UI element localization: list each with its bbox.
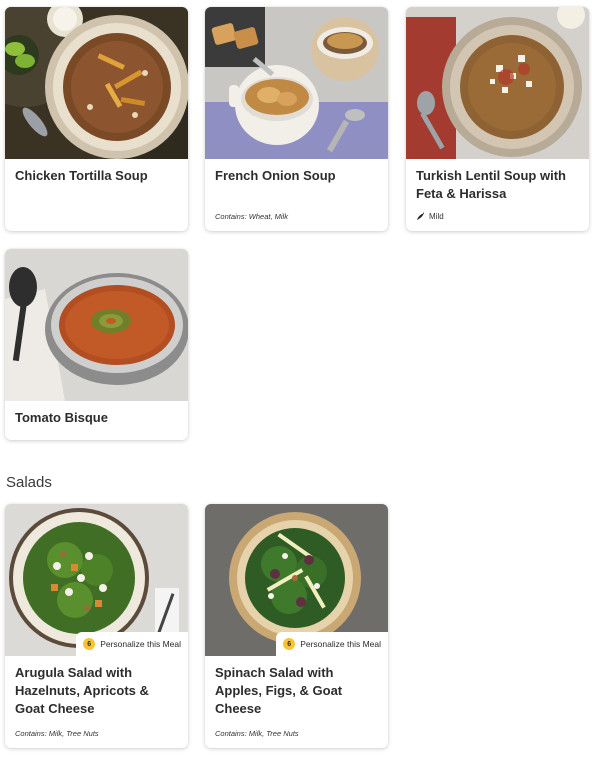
personalize-label: Personalize this Meal — [100, 639, 181, 649]
personalize-count-badge: 6 — [83, 638, 96, 650]
personalize-meal-button[interactable]: 6 Personalize this Meal — [276, 632, 388, 656]
personalize-count-badge: 6 — [283, 638, 296, 650]
spice-level: Mild — [416, 211, 444, 221]
allergen-info: Contains: Milk, Tree Nuts — [215, 729, 299, 738]
meal-title[interactable]: French Onion Soup — [205, 159, 388, 185]
meal-title[interactable]: Turkish Lentil Soup with Feta & Harissa — [406, 159, 589, 203]
meal-card-arugula-salad[interactable]: 6 Personalize this Meal Arugula Salad wi… — [5, 504, 188, 748]
meal-title[interactable]: Spinach Salad with Apples, Figs, & Goat … — [205, 656, 388, 718]
contains-value: Milk, Tree Nuts — [48, 729, 99, 738]
section-heading-salads: Salads — [6, 474, 52, 491]
meal-image[interactable]: 6 Personalize this Meal — [5, 504, 188, 656]
meal-image[interactable] — [5, 249, 188, 401]
meal-title[interactable]: Arugula Salad with Hazelnuts, Apricots &… — [5, 656, 188, 718]
meal-image[interactable] — [406, 7, 589, 159]
meal-card-tomato-bisque[interactable]: Tomato Bisque — [5, 249, 188, 440]
contains-label: Contains: — [215, 729, 247, 738]
contains-label: Contains: — [15, 729, 47, 738]
allergen-info: Contains: Milk, Tree Nuts — [15, 729, 99, 738]
meal-card-chicken-tortilla-soup[interactable]: Chicken Tortilla Soup — [5, 7, 188, 231]
personalize-label: Personalize this Meal — [300, 639, 381, 649]
meal-image[interactable]: 6 Personalize this Meal — [205, 504, 388, 656]
contains-label: Contains: — [215, 212, 247, 221]
allergen-info: Contains: Wheat, Milk — [215, 212, 288, 221]
meal-card-turkish-lentil-soup[interactable]: Turkish Lentil Soup with Feta & Harissa … — [406, 7, 589, 231]
spice-level-label: Mild — [429, 211, 444, 221]
contains-value: Wheat, Milk — [248, 212, 288, 221]
contains-value: Milk, Tree Nuts — [248, 729, 299, 738]
meal-image[interactable] — [5, 7, 188, 159]
meal-card-spinach-salad[interactable]: 6 Personalize this Meal Spinach Salad wi… — [205, 504, 388, 748]
personalize-meal-button[interactable]: 6 Personalize this Meal — [76, 632, 188, 656]
chili-pepper-icon — [417, 212, 424, 220]
meal-title[interactable]: Tomato Bisque — [5, 401, 188, 427]
meal-image[interactable] — [205, 7, 388, 159]
meal-card-french-onion-soup[interactable]: French Onion Soup Contains: Wheat, Milk — [205, 7, 388, 231]
meal-title[interactable]: Chicken Tortilla Soup — [5, 159, 188, 185]
